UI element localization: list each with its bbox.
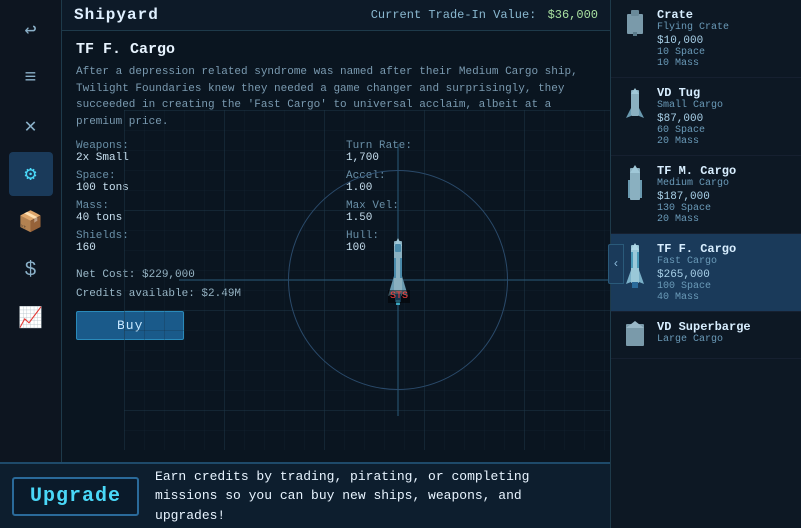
ship-thumbnail [621, 320, 649, 350]
ship-viewport: STS [124, 110, 672, 450]
tools-icon: ✕ [24, 113, 36, 139]
ship-list-item[interactable]: VD TugSmall Cargo $87,00060 Space 20 Mass [611, 78, 801, 156]
ship-item-type: Large Cargo [657, 334, 791, 345]
bottom-bar: Upgrade Earn credits by trading, piratin… [0, 462, 610, 528]
ship-item-price: $187,000 [657, 191, 791, 203]
news-icon: ≡ [24, 67, 36, 90]
ship-item-info: VD TugSmall Cargo $87,00060 Space 20 Mass [657, 86, 791, 147]
ship-item-price: $10,000 [657, 35, 791, 47]
sidebar-back-btn[interactable]: ↩ [9, 8, 53, 52]
ship-thumbnail [621, 8, 649, 38]
sidebar-news-btn[interactable]: ≡ [9, 56, 53, 100]
dollar-icon: $ [24, 259, 36, 282]
ship-thumbnail [621, 164, 649, 206]
ship-item-stats: 10 Space 10 Mass [657, 47, 791, 69]
ship-name: TF F. Cargo [76, 41, 596, 58]
ship-item-info: TF F. CargoFast Cargo $265,000100 Space 4… [657, 242, 791, 303]
sidebar-tools-btn[interactable]: ✕ [9, 104, 53, 148]
ship-item-name: VD Superbarge [657, 320, 791, 334]
ship-list-item[interactable]: TF F. CargoFast Cargo $265,000100 Space 4… [611, 234, 801, 312]
ship-item-price: $265,000 [657, 269, 791, 281]
sts-label: STS [388, 290, 410, 303]
ship-list-panel: CrateFlying Crate $10,00010 Space 10 Mass… [610, 0, 801, 528]
ship-item-name: VD Tug [657, 86, 791, 100]
upgrade-button[interactable]: Upgrade [12, 477, 139, 516]
ship-item-info: TF M. CargoMedium Cargo $187,000130 Space… [657, 164, 791, 225]
page-title: Shipyard [74, 6, 159, 24]
ship-item-name: Crate [657, 8, 791, 22]
ship-item-type: Flying Crate [657, 22, 791, 33]
ship-list-item[interactable]: CrateFlying Crate $10,00010 Space 10 Mass [611, 0, 801, 78]
chart-icon: 📈 [18, 305, 43, 331]
sidebar-nav-btn[interactable]: ⚙ [9, 152, 53, 196]
sidebar-cargo-btn[interactable]: 📦 [9, 200, 53, 244]
ship-item-stats: 100 Space 40 Mass [657, 281, 791, 303]
ship-item-type: Medium Cargo [657, 178, 791, 189]
main-panel: Shipyard Current Trade-In Value: $36,000… [62, 0, 610, 528]
ship-item-stats: 130 Space 20 Mass [657, 203, 791, 225]
ship-item-price: $87,000 [657, 113, 791, 125]
ship-item-info: CrateFlying Crate $10,00010 Space 10 Mass [657, 8, 791, 69]
ship-sprite [384, 236, 412, 316]
back-icon: ↩ [24, 17, 36, 43]
helm-icon: ⚙ [24, 161, 36, 187]
sidebar-credits-btn[interactable]: $ [9, 248, 53, 292]
ship-list-item[interactable]: TF M. CargoMedium Cargo $187,000130 Space… [611, 156, 801, 234]
ship-item-name: TF F. Cargo [657, 242, 791, 256]
tip-text: Earn credits by trading, pirating, or co… [155, 467, 598, 526]
ship-item-name: TF M. Cargo [657, 164, 791, 178]
ship-item-stats: 60 Space 20 Mass [657, 125, 791, 147]
ship-thumbnail [621, 242, 649, 292]
collapse-arrow[interactable]: ‹ [608, 244, 624, 284]
ship-thumbnail [621, 86, 649, 122]
trade-value: Current Trade-In Value: $36,000 [371, 8, 598, 22]
sidebar: ↩ ≡ ✕ ⚙ 📦 $ 📈 [0, 0, 62, 528]
cargo-icon: 📦 [18, 209, 43, 235]
ship-item-type: Fast Cargo [657, 256, 791, 267]
header: Shipyard Current Trade-In Value: $36,000 [62, 0, 610, 31]
ship-list-item[interactable]: VD SuperbargeLarge Cargo [611, 312, 801, 359]
ship-item-type: Small Cargo [657, 100, 791, 111]
sidebar-chart-btn[interactable]: 📈 [9, 296, 53, 340]
ship-item-info: VD SuperbargeLarge Cargo [657, 320, 791, 347]
